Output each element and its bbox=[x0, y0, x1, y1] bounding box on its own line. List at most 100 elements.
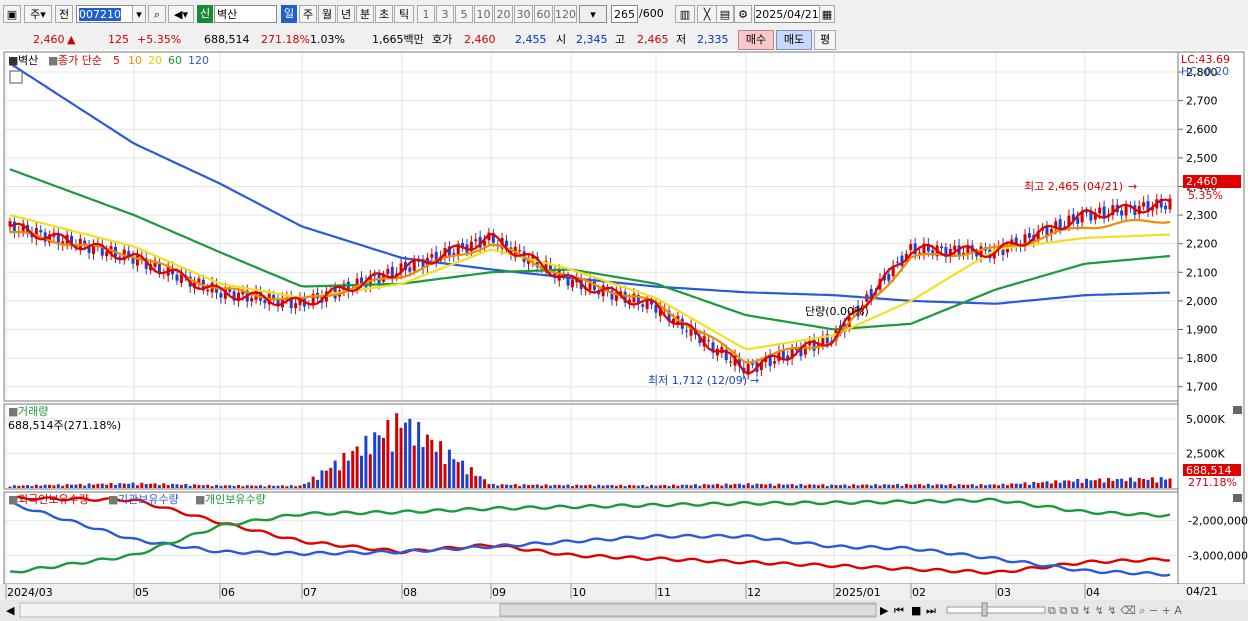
minute-3[interactable]: 3 bbox=[436, 5, 454, 23]
first-page-icon: ⏮ bbox=[894, 604, 904, 617]
interval-select[interactable]: ▾ bbox=[579, 5, 607, 23]
volume-bar bbox=[368, 454, 372, 488]
sell-button[interactable]: 매도 bbox=[776, 30, 812, 50]
volume-bar bbox=[944, 485, 948, 488]
window-icon[interactable]: ▣ bbox=[3, 5, 21, 23]
volume-bar bbox=[891, 484, 895, 488]
y-tick-label: -2,000,000 bbox=[1188, 515, 1248, 528]
volume-close-icon[interactable] bbox=[1233, 406, 1242, 414]
volume-bar bbox=[61, 485, 65, 488]
volume-bar bbox=[847, 485, 851, 488]
volume-bar bbox=[535, 484, 539, 488]
volume-bar bbox=[223, 485, 227, 488]
x-tick-label: 2025/01 bbox=[835, 586, 881, 599]
volume-bar bbox=[773, 485, 777, 488]
volume-bar bbox=[78, 483, 82, 488]
candle-body bbox=[1142, 202, 1146, 207]
svg-text:■: ■ bbox=[8, 405, 18, 418]
candle-body bbox=[1027, 233, 1031, 238]
minute-60[interactable]: 60 bbox=[534, 5, 553, 23]
minute-5[interactable]: 5 bbox=[455, 5, 473, 23]
volume-bar bbox=[597, 484, 601, 488]
volume-bar bbox=[1036, 483, 1040, 488]
volume-bar bbox=[52, 485, 56, 488]
stock-name-field[interactable]: 벽산 bbox=[214, 5, 277, 23]
volume-bar bbox=[118, 483, 122, 488]
y-tick-label: 1,800 bbox=[1186, 352, 1218, 365]
volume-bar bbox=[614, 485, 618, 488]
holdings-close-icon[interactable] bbox=[1233, 494, 1242, 502]
volume-bar bbox=[1146, 479, 1150, 488]
volume-bar bbox=[210, 486, 214, 488]
volume-pct-label: 271.18% bbox=[1188, 476, 1237, 489]
volume-bar bbox=[825, 485, 829, 488]
price-info-row: 2,460 ▲ 125 +5.35% 688,514 271.18% 1.03%… bbox=[0, 28, 1248, 50]
volume-bar bbox=[399, 427, 403, 488]
volume-bar bbox=[1133, 481, 1137, 488]
period-minute[interactable]: 분 bbox=[356, 5, 374, 23]
volume-bar bbox=[469, 467, 473, 488]
gear-icon[interactable]: ⚙ bbox=[734, 5, 752, 23]
minute-120[interactable]: 120 bbox=[554, 5, 577, 23]
volume-bar bbox=[320, 470, 324, 488]
minute-30[interactable]: 30 bbox=[514, 5, 533, 23]
ask-price: 2,460 bbox=[464, 33, 496, 46]
table-icon[interactable] bbox=[9, 70, 23, 84]
candle-body bbox=[505, 240, 509, 247]
candle-body bbox=[953, 245, 957, 251]
period-day[interactable]: 일 bbox=[281, 5, 297, 23]
volume-bar bbox=[588, 484, 592, 488]
volume-bar bbox=[606, 485, 610, 488]
minute-20[interactable]: 20 bbox=[494, 5, 513, 23]
volume-bar bbox=[852, 484, 856, 488]
volume-bar bbox=[1164, 479, 1168, 488]
volume-legend-value: 688,514주(271.18%) bbox=[8, 419, 121, 432]
period-year[interactable]: 년 bbox=[337, 5, 355, 23]
market-select[interactable]: 주▾ bbox=[24, 5, 52, 23]
volume-bar bbox=[131, 482, 135, 488]
calendar-icon[interactable]: ▦ bbox=[819, 5, 835, 23]
volume-bar bbox=[531, 484, 535, 488]
period-second[interactable]: 초 bbox=[375, 5, 393, 23]
volume-bar bbox=[953, 485, 957, 488]
candle-type-icon[interactable]: ▥ bbox=[675, 5, 695, 23]
volume-bar bbox=[166, 485, 170, 488]
period-week[interactable]: 주 bbox=[299, 5, 317, 23]
volume-bar bbox=[377, 435, 381, 488]
buy-button[interactable]: 매수 bbox=[738, 30, 774, 50]
period-tick[interactable]: 틱 bbox=[394, 5, 414, 23]
volume-bar bbox=[258, 485, 262, 488]
eval-button[interactable]: 평 bbox=[814, 30, 836, 50]
stock-chart[interactable]: 2024/03 05 06 07 08 09 10 11 12 2025/01 02 03 04 1,7… bbox=[0, 50, 1248, 621]
code-dropdown-icon[interactable]: ▾ bbox=[132, 5, 146, 23]
speaker-icon[interactable]: ◀▾ bbox=[168, 5, 194, 23]
volume-bar bbox=[105, 484, 109, 488]
volume-bar bbox=[816, 485, 820, 488]
volume-bar bbox=[869, 485, 873, 488]
volume-bar bbox=[592, 486, 596, 488]
volume-bar bbox=[860, 484, 864, 488]
search-icon[interactable]: ⌕ bbox=[148, 5, 166, 23]
volume-bar bbox=[452, 459, 456, 488]
crosshair-icon[interactable]: ╳ bbox=[697, 5, 717, 23]
minute-10[interactable]: 10 bbox=[474, 5, 493, 23]
volume-bar bbox=[808, 484, 812, 488]
volume-bar bbox=[175, 484, 179, 488]
volume-bar bbox=[395, 413, 399, 488]
save-icon[interactable]: ▤ bbox=[716, 5, 734, 23]
legend-ma-label: 종가 단순 bbox=[58, 54, 102, 67]
y-tick-label: 2,700 bbox=[1186, 95, 1218, 108]
date-input[interactable]: 2025/04/21 bbox=[754, 5, 820, 23]
prev-button[interactable]: 전 bbox=[55, 5, 73, 23]
minute-1[interactable]: 1 bbox=[417, 5, 435, 23]
volume-bar bbox=[263, 486, 267, 488]
volume-bar bbox=[100, 483, 104, 488]
right-date-label: 04/21 bbox=[1186, 585, 1218, 598]
count-input[interactable]: 265 bbox=[611, 5, 638, 23]
volume-bar bbox=[1045, 481, 1049, 488]
volume-bar bbox=[781, 484, 785, 488]
legend-ma5: 5 bbox=[113, 54, 120, 67]
volume-bar bbox=[302, 483, 306, 488]
period-month[interactable]: 월 bbox=[318, 5, 336, 23]
open-label: 시 bbox=[556, 33, 567, 46]
